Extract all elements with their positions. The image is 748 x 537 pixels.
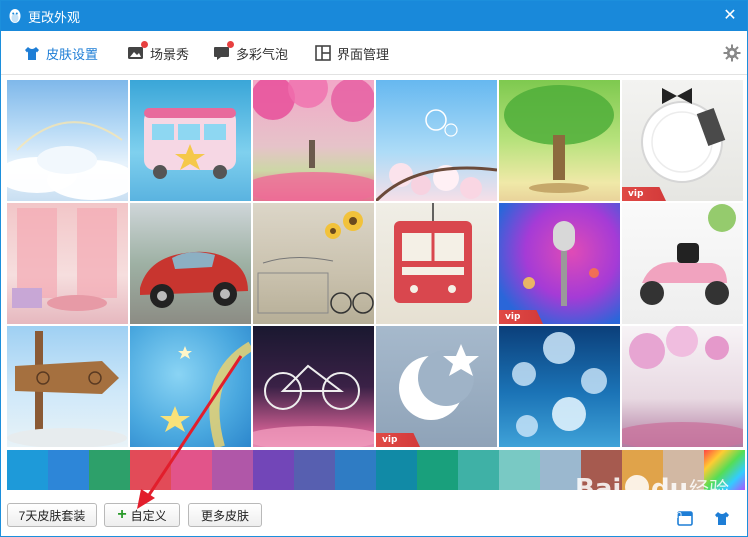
penguin-icon [9,9,21,23]
vip-badge: vip [376,433,420,447]
skin-thumbnail-dandelions[interactable] [499,326,620,447]
color-swatch[interactable] [48,450,89,490]
color-swatch[interactable] [253,450,294,490]
color-swatch[interactable] [335,450,376,490]
more-skins-button[interactable]: 更多皮肤 [188,503,262,527]
skin-thumbnail-pink-blossom-tree[interactable] [253,80,374,201]
tram-picture [394,203,472,303]
plus-icon: + [117,506,127,523]
bottom-bar: 7天皮肤套装 + 自定义 更多皮肤 [1,497,747,537]
skin-thumbnail-moon-and-star[interactable]: vip [376,326,497,447]
vip-badge: vip [622,187,666,201]
custom-label: 自定义 [130,508,167,523]
flowers-picture [376,109,497,201]
blossom-picture [253,80,374,201]
color-swatch[interactable] [622,450,663,490]
calendar-icon[interactable] [676,509,694,527]
tshirt-icon [25,47,39,60]
badge-dot [141,41,148,48]
color-swatch[interactable] [704,450,745,490]
color-swatch[interactable] [7,450,48,490]
tree-picture [504,85,614,193]
title-bar[interactable]: 更改外观 ✕ [1,1,747,31]
badge-dot [227,41,234,48]
picture-icon [127,41,148,62]
skin-thumbnail-sky-clouds[interactable] [7,80,128,201]
vip-badge: vip [499,310,543,324]
color-swatch[interactable] [540,450,581,490]
tab-skin-settings[interactable]: 皮肤设置 [23,41,98,65]
color-swatch[interactable] [294,450,335,490]
signpost-picture [7,331,127,447]
color-swatch[interactable] [171,450,212,490]
seven-day-skin-set-button[interactable]: 7天皮肤套装 [7,503,97,527]
skin-thumbnail-green-tree-sunlight[interactable] [499,80,620,201]
skin-thumbnail-star-ribbon[interactable] [130,326,251,447]
tshirt-icon[interactable] [713,509,731,527]
gear-icon[interactable] [723,44,741,62]
tab-scene-show[interactable]: 场景秀 [127,41,189,65]
color-swatch[interactable] [499,450,540,490]
bicycle-sketch-picture [257,211,374,314]
color-swatch[interactable] [212,450,253,490]
skin-grid: vip vip vip [7,80,745,448]
tab-label: 皮肤设置 [46,47,99,63]
color-swatch[interactable] [89,450,130,490]
skin-thumbnail-bicycle-pink-night[interactable] [253,326,374,447]
window-title: 更改外观 [28,10,81,26]
tab-colorful-bubbles[interactable]: 多彩气泡 [213,41,288,65]
tab-label: 多彩气泡 [236,47,289,63]
room-picture [12,208,117,311]
car-picture [140,251,248,308]
stars-picture [160,341,251,447]
microphone-picture [523,221,599,306]
color-palette [7,450,745,490]
skin-thumbnail-red-beetle-car[interactable] [130,203,251,324]
scooter-picture [640,204,736,305]
skin-thumbnail-wooden-signpost[interactable] [7,326,128,447]
chat-bubble-icon [213,41,234,62]
layout-icon [315,45,331,61]
balloons-picture [622,326,743,447]
skin-thumbnail-ice-cream-bus[interactable] [130,80,251,201]
close-button[interactable]: ✕ [721,6,739,24]
tab-label: 场景秀 [150,47,190,63]
skin-thumbnail-sunflower-bicycle[interactable] [253,203,374,324]
color-swatch[interactable] [458,450,499,490]
skin-thumbnail-pink-room[interactable] [7,203,128,324]
skin-thumbnail-blue-sky-flowers[interactable] [376,80,497,201]
color-swatch[interactable] [663,450,704,490]
skin-thumbnail-pink-scooter[interactable] [622,203,743,324]
dandelion-picture [512,332,607,437]
color-swatch[interactable] [130,450,171,490]
color-swatch[interactable] [417,450,458,490]
clouds-picture [7,121,128,200]
skin-thumbnail-red-tram[interactable] [376,203,497,324]
color-swatch[interactable] [581,450,622,490]
tab-interface-management[interactable]: 界面管理 [314,41,389,65]
night-bicycle-picture [253,364,374,447]
skin-thumbnail-microphone[interactable]: vip [499,203,620,324]
moon-picture [399,344,479,420]
tab-bar: 皮肤设置 场景秀 多彩气泡 界面管理 [1,31,747,75]
skin-thumbnail-plate-and-bowtie[interactable]: vip [622,80,743,201]
appearance-window: 更改外观 ✕ 皮肤设置 场景秀 多彩气泡 界面管理 vip vip vip 7天… [0,0,748,537]
tab-label: 界面管理 [337,47,390,63]
bus-picture [144,108,236,179]
color-swatch[interactable] [376,450,417,490]
plate-picture [641,88,726,183]
custom-skin-button[interactable]: + 自定义 [104,503,180,527]
skin-thumbnail-pink-balloons[interactable] [622,326,743,447]
